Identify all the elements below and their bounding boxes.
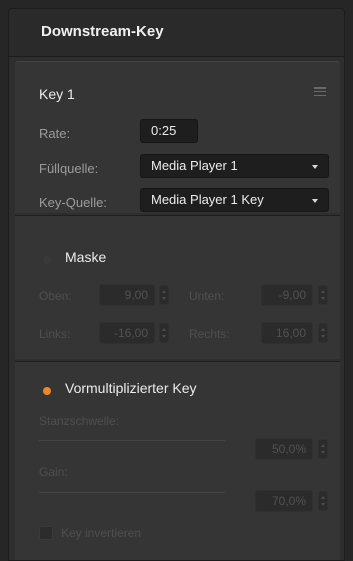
mask-toggle-indicator[interactable] <box>43 256 51 264</box>
gain-input[interactable]: 70,0% <box>255 490 313 512</box>
panel-title: Downstream-Key <box>41 23 164 40</box>
panel-header: Downstream-Key <box>9 9 344 57</box>
chevron-down-icon <box>312 165 318 169</box>
gain-stepper[interactable] <box>318 491 328 511</box>
key-source-label: Key-Quelle: <box>39 195 107 210</box>
mask-label: Maske <box>65 249 107 265</box>
chevron-down-icon <box>312 199 318 203</box>
mask-left-input[interactable]: -16,00 <box>99 322 155 344</box>
mask-left-stepper[interactable] <box>159 323 169 343</box>
mask-right-label: Rechts: <box>189 327 230 341</box>
invert-key-label: Key invertieren <box>61 526 142 540</box>
premultiplied-key-section: Vormultiplizierter Key Stanzschwelle: 50… <box>15 361 340 560</box>
mask-bottom-input[interactable]: -9,00 <box>261 284 313 306</box>
mask-right-input[interactable]: 16,00 <box>261 322 313 344</box>
key-section: Key 1 Rate: 0:25 Füllquelle: Media Playe… <box>15 61 340 213</box>
downstream-key-panel: Downstream-Key Key 1 Rate: 0:25 Füllquel… <box>8 8 345 561</box>
mask-left-label: Links: <box>39 327 71 341</box>
premult-label: Vormultiplizierter Key <box>65 380 197 396</box>
mask-top-label: Oben: <box>39 289 72 303</box>
menu-icon[interactable] <box>314 87 326 97</box>
rate-label: Rate: <box>39 126 71 141</box>
key-title: Key 1 <box>39 86 75 102</box>
mask-top-stepper[interactable] <box>159 285 169 305</box>
clip-input[interactable]: 50,0% <box>255 438 313 460</box>
mask-bottom-stepper[interactable] <box>318 285 328 305</box>
mask-bottom-label: Unten: <box>189 289 225 303</box>
fill-source-label: Füllquelle: <box>39 161 99 176</box>
gain-label: Gain: <box>39 465 68 479</box>
clip-stepper[interactable] <box>318 439 328 459</box>
rate-input[interactable]: 0:25 <box>140 119 198 143</box>
mask-top-input[interactable]: 9,00 <box>99 284 155 306</box>
clip-slider[interactable] <box>39 440 225 441</box>
clip-label: Stanzschwelle: <box>39 414 120 428</box>
premult-toggle-indicator[interactable] <box>43 387 51 395</box>
key-source-dropdown[interactable]: Media Player 1 Key <box>140 188 329 212</box>
gain-slider[interactable] <box>39 492 225 493</box>
fill-source-dropdown[interactable]: Media Player 1 <box>140 154 329 178</box>
mask-section: Maske Oben: 9,00 Unten: -9,00 Links: -16… <box>15 215 340 359</box>
invert-key-checkbox[interactable] <box>39 526 53 540</box>
mask-right-stepper[interactable] <box>318 323 328 343</box>
